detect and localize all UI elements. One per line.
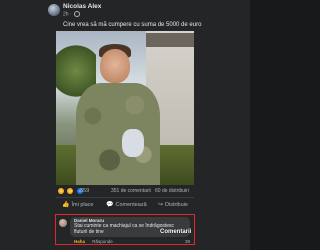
photo-roof — [146, 33, 194, 47]
reactions-bar: ☺ o ✓ 359 351 de comentarii 60 de distri… — [0, 186, 250, 196]
commenter-avatar[interactable] — [59, 219, 67, 227]
comment-bubble: Daniel Moraru Stai cuminte ca machiajul … — [70, 217, 192, 237]
share-icon: ↪ — [158, 202, 164, 208]
comment-footer: Haha Răspunde — [74, 239, 113, 244]
post-time[interactable]: 2h — [63, 11, 69, 17]
comment-reaction-count[interactable]: 39 — [185, 239, 190, 244]
photo-person-hand — [122, 129, 144, 157]
share-button[interactable]: ↪ Distribuie — [158, 201, 188, 208]
reaction-count[interactable]: 359 — [80, 188, 89, 194]
author-avatar[interactable] — [48, 4, 60, 16]
globe-icon — [74, 11, 81, 17]
reply-button[interactable]: Răspunde — [92, 239, 113, 244]
highlighted-comment: Daniel Moraru Stai cuminte ca machiajul … — [55, 214, 195, 245]
post-header: Nicolas Alex 2h · — [0, 0, 250, 20]
thumbs-up-icon: 👍 — [62, 202, 70, 208]
like-button[interactable]: 👍 Îmi place — [62, 201, 94, 208]
photo-person-head — [100, 49, 130, 83]
comment-reaction-label[interactable]: Haha — [74, 239, 85, 244]
post-actions: 👍 Îmi place 💬 Comentează ↪ Distribuie — [0, 199, 250, 211]
comments-count[interactable]: 351 de comentarii — [111, 188, 151, 194]
haha-icon: ☺ — [58, 188, 64, 194]
shares-count[interactable]: 60 de distribuiri — [155, 188, 189, 194]
wow-icon: o — [67, 188, 74, 194]
like-label: Îmi place — [71, 202, 94, 208]
watermark-text: Comentarii — [160, 229, 192, 235]
comment-button[interactable]: 💬 Comentează — [106, 201, 147, 208]
share-label: Distribuie — [165, 202, 188, 208]
photo-person-body — [76, 83, 160, 185]
reaction-icons[interactable]: ☺ o ✓ — [58, 188, 83, 194]
author-name[interactable]: Nicolas Alex — [63, 3, 101, 10]
facebook-post: Nicolas Alex 2h · Cine vrea să mă cumper… — [0, 0, 250, 250]
post-meta: 2h · — [63, 11, 81, 17]
post-caption: Cine vrea să mă cumpere cu suma de 5000 … — [63, 22, 202, 28]
comment-icon: 💬 — [106, 202, 114, 208]
actions-divider — [56, 197, 194, 198]
post-photo[interactable] — [56, 31, 194, 185]
comment-label: Comentează — [115, 202, 147, 208]
